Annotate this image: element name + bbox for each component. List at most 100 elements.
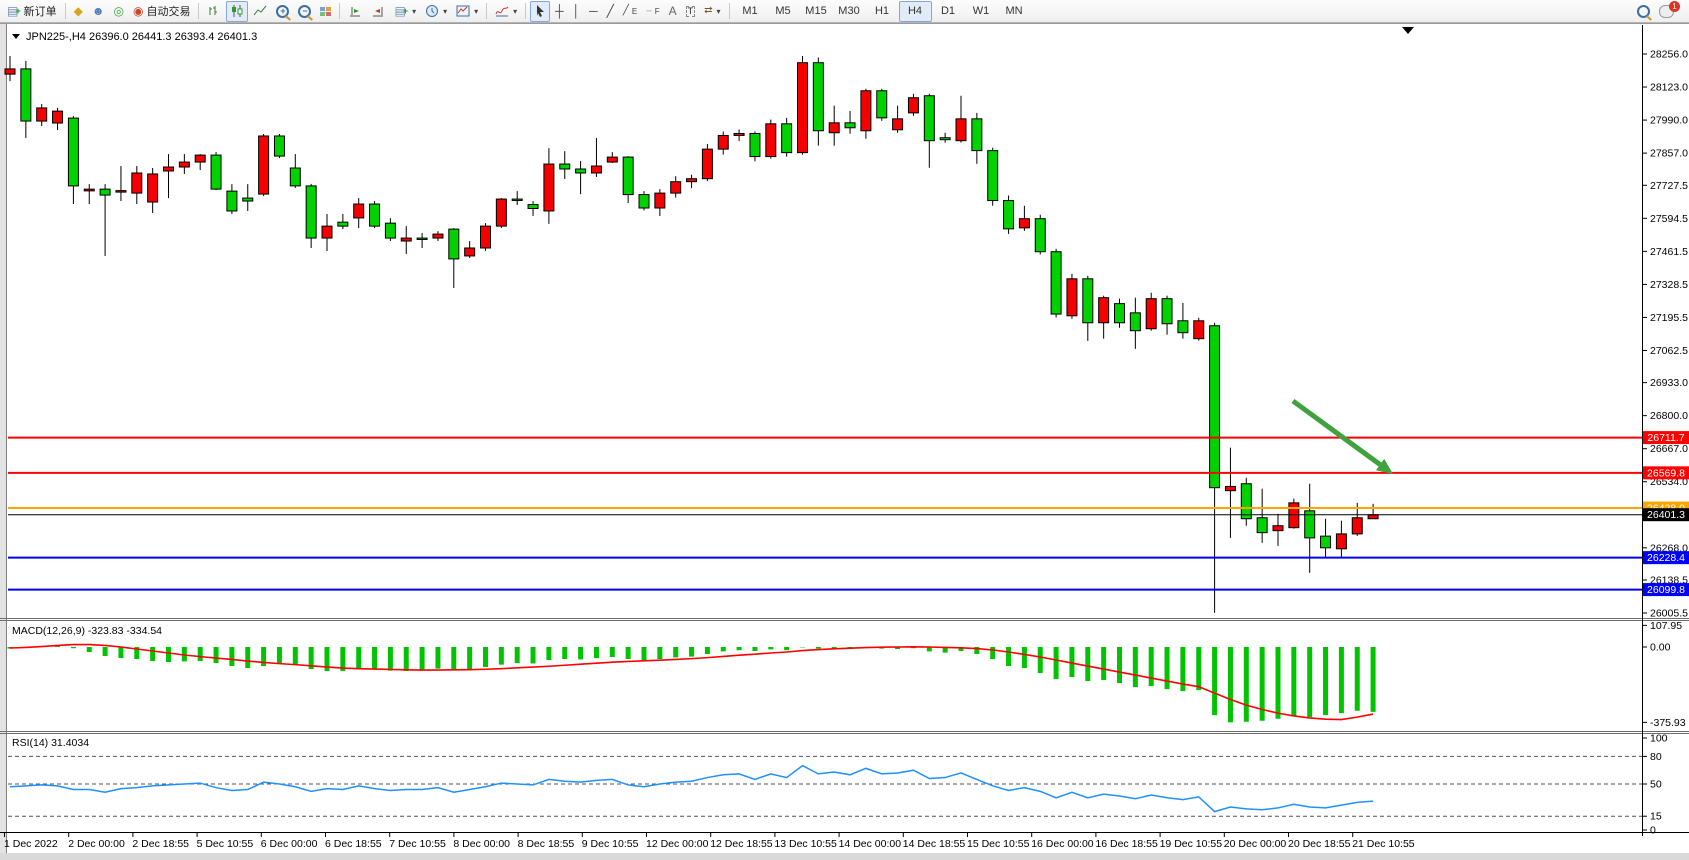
candle-body — [528, 205, 538, 209]
timeframe-d1-button[interactable]: D1 — [932, 1, 965, 22]
price-tick-label: 27857.0 — [1650, 148, 1688, 160]
mt5-window: ▤ + 新订单 ◆ ☻ ◎ ◉ 自动交易 + − ▤+▾ ▾ ▾ ▾ ┼ │ ─… — [0, 0, 1689, 860]
candle-body — [148, 174, 158, 202]
candle-body — [750, 133, 760, 156]
timeframe-h4-button[interactable]: H4 — [899, 1, 932, 22]
horizontal-line-button[interactable]: ─ — [585, 1, 602, 22]
clock-button[interactable]: ▾ — [421, 1, 451, 22]
toolbar-separator — [729, 3, 730, 19]
candle-body — [338, 222, 348, 226]
timeframe-m30-button[interactable]: M30 — [833, 1, 866, 22]
window-left-edge — [0, 23, 6, 853]
template-button[interactable]: ▾ — [452, 1, 482, 22]
candle-body — [1067, 279, 1077, 316]
candle-body — [5, 69, 15, 74]
candle-body — [1162, 299, 1172, 324]
candle-body — [1130, 313, 1140, 331]
cursor-icon — [534, 4, 546, 18]
search-button[interactable] — [1633, 1, 1654, 22]
chart-canvas[interactable]: JPN225-,H4 26396.0 26441.3 26393.4 26401… — [0, 23, 1689, 860]
plus-icon: + — [403, 6, 408, 16]
candle-body — [1194, 321, 1204, 339]
candle-body — [21, 69, 31, 121]
tile-windows-button[interactable] — [316, 1, 335, 22]
toolbar-separator — [198, 3, 199, 19]
vertical-line-button[interactable]: │ — [569, 1, 585, 22]
candle-body — [718, 135, 728, 149]
candle-body — [813, 63, 823, 131]
auto-scroll-button[interactable] — [367, 1, 389, 22]
macd-label: MACD(12,26,9) -323.83 -334.54 — [12, 625, 162, 637]
macd-tick-label: 107.95 — [1650, 620, 1682, 632]
text-button[interactable]: A — [665, 1, 681, 22]
notifications-button[interactable]: 1 — [1655, 1, 1678, 22]
price-tick-label: 27594.5 — [1650, 213, 1688, 225]
zoom-out-button[interactable]: − — [294, 1, 315, 22]
candle-body — [988, 151, 998, 201]
chevron-down-icon: ▾ — [474, 7, 478, 16]
trendline-button[interactable]: ╱ — [603, 1, 618, 22]
vertical-line-icon: │ — [573, 5, 581, 17]
candle-body — [306, 186, 316, 238]
channel-e-label: E — [632, 7, 637, 16]
cursor-button[interactable] — [530, 1, 550, 22]
arrows-button[interactable]: ⇄▾ — [700, 1, 724, 22]
timeframe-w1-button[interactable]: W1 — [965, 1, 998, 22]
candle-body — [354, 204, 364, 218]
channel-icon: ╱ — [623, 5, 629, 17]
fibonacci-f-label: F — [655, 7, 660, 16]
candle-body — [972, 119, 982, 151]
candle-body — [496, 199, 506, 226]
candle-body — [734, 133, 744, 135]
gold-badge-button[interactable]: ◆ — [70, 1, 87, 22]
time-tick-label: 15 Dec 10:55 — [967, 838, 1030, 850]
candle-body — [322, 226, 332, 238]
time-tick-label: 12 Dec 18:55 — [710, 838, 773, 850]
horizontal-line-icon: ─ — [589, 5, 598, 17]
rsi-label: RSI(14) 31.4034 — [12, 737, 89, 749]
chevron-down-icon: ▾ — [716, 7, 720, 16]
zoom-in-button[interactable]: + — [272, 1, 293, 22]
price-tick-label: 27328.5 — [1650, 279, 1688, 291]
toolbar-separator — [486, 3, 487, 19]
timeframe-mn-button[interactable]: MN — [998, 1, 1031, 22]
candle-body — [671, 182, 681, 193]
window-bottom-edge — [0, 853, 1689, 860]
timeframe-m15-button[interactable]: M15 — [800, 1, 833, 22]
crosshair-button[interactable]: ┼ — [551, 1, 568, 22]
candle-body — [385, 223, 395, 238]
equidistant-channel-button[interactable]: ╱E — [619, 1, 641, 22]
timeframe-m1-button[interactable]: M1 — [734, 1, 767, 22]
indicators-button[interactable]: ▾ — [491, 1, 521, 22]
candle-body — [37, 108, 47, 121]
candle-body — [798, 63, 808, 153]
profile-button[interactable]: ☻ — [88, 1, 109, 22]
fibonacci-button[interactable]: ┄F — [642, 1, 663, 22]
candle-body — [702, 149, 712, 179]
time-tick-label: 20 Dec 00:00 — [1224, 838, 1287, 850]
candlestick-chart-button[interactable] — [226, 1, 248, 22]
candle-body — [560, 164, 570, 169]
indicators-icon — [495, 4, 509, 18]
line-chart-button[interactable] — [249, 1, 271, 22]
chart-shift-button[interactable] — [344, 1, 366, 22]
price-tick-label: 27727.5 — [1650, 180, 1688, 192]
candle-body — [370, 204, 380, 226]
candle-body — [924, 96, 934, 141]
autotrading-button[interactable]: ◉ 自动交易 — [129, 1, 194, 22]
bar-chart-button[interactable] — [203, 1, 225, 22]
new-order-button[interactable]: ▤ + 新订单 — [3, 1, 61, 22]
signals-button[interactable]: ◎ — [109, 1, 127, 22]
crosshair-icon: ┼ — [555, 5, 564, 17]
new-chart-button[interactable]: ▤+▾ — [390, 1, 420, 22]
timeframe-h1-button[interactable]: H1 — [866, 1, 899, 22]
candle-body — [68, 118, 78, 186]
time-tick-label: 8 Dec 00:00 — [453, 838, 510, 850]
time-tick-label: 6 Dec 00:00 — [261, 838, 318, 850]
candle-body — [259, 136, 269, 194]
candle-body — [211, 155, 221, 189]
macd-tick-label: 0.00 — [1650, 642, 1671, 654]
time-tick-label: 19 Dec 10:55 — [1160, 838, 1223, 850]
text-label-button[interactable]: T — [682, 1, 700, 22]
timeframe-m5-button[interactable]: M5 — [767, 1, 800, 22]
